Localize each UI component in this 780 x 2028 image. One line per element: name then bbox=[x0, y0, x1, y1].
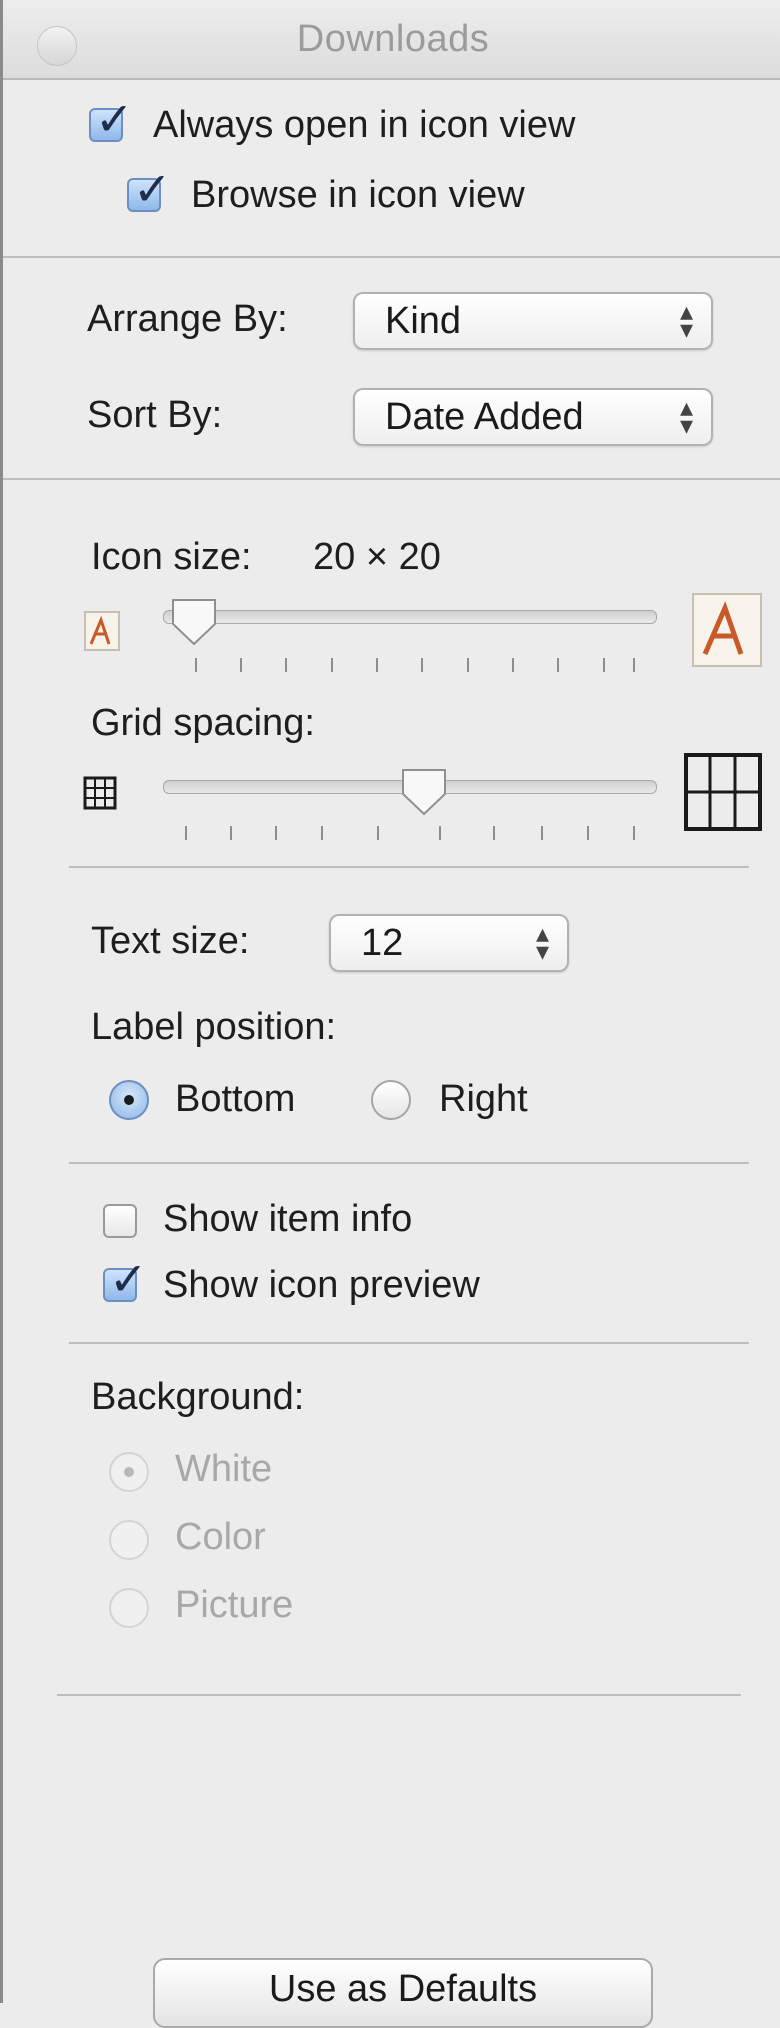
background-label: Background: bbox=[91, 1376, 305, 1418]
window-title: Downloads bbox=[296, 18, 490, 60]
use-as-defaults-button[interactable]: Use as Defaults bbox=[153, 1958, 653, 2028]
title-bar: Downloads bbox=[3, 0, 780, 80]
browse-icon-view-label: Browse in icon view bbox=[191, 174, 525, 216]
background-color-label: Color bbox=[175, 1516, 266, 1558]
slider-tick bbox=[493, 826, 495, 840]
slider-tick bbox=[195, 658, 197, 672]
sort-by-value: Date Added bbox=[385, 396, 584, 438]
browse-icon-view-checkbox[interactable]: ✓ bbox=[127, 166, 172, 212]
grid-spacing-slider-knob[interactable] bbox=[399, 766, 449, 818]
slider-tick bbox=[557, 658, 559, 672]
text-size-value: 12 bbox=[361, 922, 404, 964]
background-picture-label: Picture bbox=[175, 1584, 294, 1626]
label-position-right-label: Right bbox=[439, 1078, 528, 1120]
icon-size-slider-knob[interactable] bbox=[169, 596, 219, 648]
always-open-icon-view-label: Always open in icon view bbox=[153, 104, 576, 146]
show-icon-preview-checkbox[interactable]: ✓ bbox=[103, 1256, 148, 1302]
slider-tick bbox=[230, 826, 232, 840]
slider-tick bbox=[285, 658, 287, 672]
slider-tick bbox=[587, 826, 589, 840]
label-position-bottom-label: Bottom bbox=[175, 1078, 296, 1120]
background-color-radio[interactable] bbox=[109, 1520, 149, 1560]
text-size-label: Text size: bbox=[91, 920, 250, 962]
icon-size-label: Icon size: bbox=[91, 536, 252, 578]
label-position-right-radio[interactable] bbox=[371, 1080, 411, 1120]
arrange-by-popup[interactable]: Kind ▴ ▾ bbox=[353, 292, 713, 350]
slider-tick bbox=[377, 826, 379, 840]
sort-by-popup[interactable]: Date Added ▴ ▾ bbox=[353, 388, 713, 446]
slider-tick bbox=[331, 658, 333, 672]
popup-arrows-icon: ▴ ▾ bbox=[679, 392, 693, 440]
slider-tick bbox=[185, 826, 187, 840]
icon-size-value: 20 × 20 bbox=[313, 536, 441, 578]
text-size-popup[interactable]: 12 ▴ ▾ bbox=[329, 914, 569, 972]
label-position-bottom-radio[interactable] bbox=[109, 1080, 149, 1120]
slider-tick bbox=[603, 658, 605, 672]
slider-tick bbox=[633, 658, 635, 672]
background-white-label: White bbox=[175, 1448, 273, 1490]
pdf-preview-icon-small bbox=[84, 611, 120, 651]
slider-tick bbox=[321, 826, 323, 840]
show-item-info-checkbox[interactable] bbox=[103, 1204, 137, 1238]
show-item-info-label: Show item info bbox=[163, 1198, 413, 1240]
radio-dot-icon bbox=[124, 1467, 134, 1477]
grid-spacing-label: Grid spacing: bbox=[91, 702, 315, 744]
background-white-radio[interactable] bbox=[109, 1452, 149, 1492]
arrange-by-label: Arrange By: bbox=[87, 298, 288, 340]
popup-arrows-icon: ▴ ▾ bbox=[535, 918, 549, 966]
section-divider bbox=[57, 1694, 741, 1696]
slider-tick bbox=[541, 826, 543, 840]
slider-tick bbox=[376, 658, 378, 672]
section-divider bbox=[3, 256, 780, 258]
sort-by-label: Sort By: bbox=[87, 394, 223, 436]
pdf-preview-icon-large bbox=[692, 593, 762, 667]
always-open-icon-view-checkbox[interactable]: ✓ bbox=[89, 96, 134, 142]
section-divider bbox=[69, 1162, 749, 1164]
arrange-by-value: Kind bbox=[385, 300, 462, 342]
section-divider bbox=[69, 866, 749, 868]
background-picture-radio[interactable] bbox=[109, 1588, 149, 1628]
slider-tick bbox=[633, 826, 635, 840]
popup-arrows-icon: ▴ ▾ bbox=[679, 296, 693, 344]
slider-tick bbox=[512, 658, 514, 672]
radio-dot-icon bbox=[124, 1095, 134, 1105]
slider-tick bbox=[467, 658, 469, 672]
grid-icon-large bbox=[684, 753, 762, 831]
icon-size-slider-track[interactable] bbox=[163, 610, 657, 624]
checkmark-icon: ✓ bbox=[133, 162, 172, 216]
section-divider bbox=[69, 1342, 749, 1344]
slider-tick bbox=[240, 658, 242, 672]
section-divider bbox=[3, 478, 780, 480]
slider-tick bbox=[439, 826, 441, 840]
checkmark-icon: ✓ bbox=[109, 1252, 148, 1306]
checkmark-icon: ✓ bbox=[95, 92, 134, 146]
view-options-window: Downloads ✓ Always open in icon view ✓ B… bbox=[0, 0, 780, 2028]
label-position-label: Label position: bbox=[91, 1006, 337, 1048]
show-icon-preview-label: Show icon preview bbox=[163, 1264, 480, 1306]
slider-tick bbox=[275, 826, 277, 840]
slider-tick bbox=[421, 658, 423, 672]
grid-icon-small bbox=[83, 776, 117, 810]
